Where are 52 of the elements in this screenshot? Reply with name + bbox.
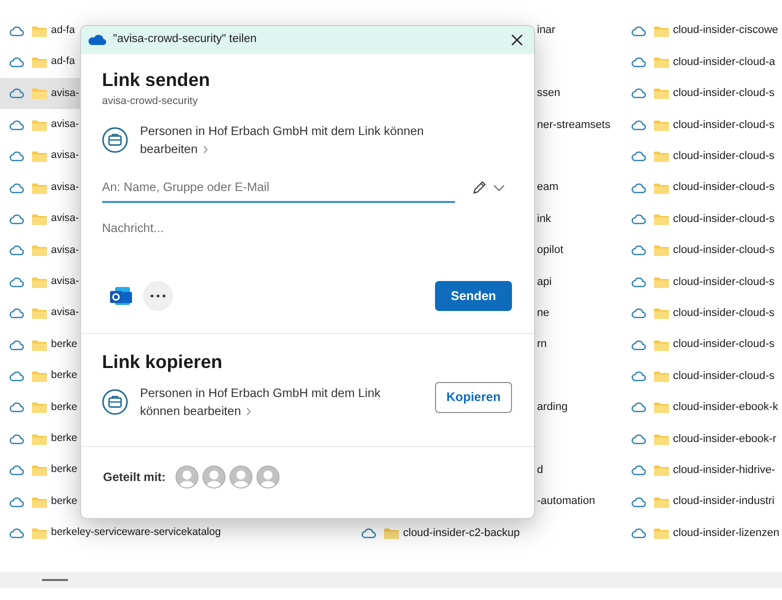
file-name: ad-fa [51,22,75,38]
file-name: avisa- [51,116,80,132]
item-name: avisa-crowd-security [102,94,199,110]
file-name: arding [537,400,568,416]
file-name: inar [537,23,556,38]
file-name: berke [51,462,78,478]
file-name: eam [537,180,558,196]
file-name: cloud-insider-ebook-r [673,432,776,447]
file-name: avisa- [51,180,80,195]
file-name: cloud-insider-hidrive- [673,462,776,478]
file-name: avisa- [51,211,80,226]
file-name: opilot [537,243,564,258]
file-name: berke [51,400,78,414]
file-name: avisa- [51,274,80,289]
shared-with-label: Geteilt mit: [103,469,166,486]
file-name: ink [537,212,552,227]
file-name: cloud-insider-cloud-s [673,149,774,164]
file-name: cloud-insider-cloud-s [673,86,774,102]
file-name: cloud-insider-cloud-s [673,306,774,321]
file-name: cloud-insider-cloud-s [673,243,774,258]
file-name: cloud-insider-c2-backup [403,526,520,541]
section-heading: Link senden [102,68,211,92]
file-name: cloud-insider-ebook-k [673,400,778,416]
file-name: avisa- [51,148,80,164]
file-name: berke [51,494,78,509]
file-name: berke [51,336,78,352]
file-name: berkeley-serviceware-servicekatalog [51,525,221,540]
file-name: ssen [537,86,560,102]
file-name: ner-streamsets [537,118,610,133]
window-title: "avisa-crowd-security" teilen [113,32,258,48]
file-name: berke [51,368,78,384]
file-name: cloud-insider-cloud-s [673,337,774,352]
file-name: cloud-insider-lizenzen [673,526,780,541]
file-name: cloud-insider-cloud-s [673,368,774,384]
file-name: ad-fa [51,54,75,70]
file-name: cloud-insider-cloud-s [673,180,774,196]
section-heading: Link kopieren [102,350,224,374]
file-name: cloud-insider-cloud-s [673,274,774,290]
file-name: cloud-insider-cloud-s [673,118,774,133]
file-name: ne [537,306,550,321]
file-name: cloud-insider-industri [673,494,774,510]
file-name: avisa- [51,305,80,320]
file-name: cloud-insider-cloud-a [673,54,776,70]
file-name: berke [51,430,78,446]
file-name: rn [537,337,547,352]
file-name: cloud-insider-cloud-s [673,212,774,227]
file-name: avisa- [51,86,80,101]
file-name: api [537,274,552,290]
file-name: cloud-insider-ciscowe [673,23,778,38]
file-name: d [537,462,544,478]
file-name: avisa- [51,242,80,258]
file-name: -automation [537,494,596,510]
